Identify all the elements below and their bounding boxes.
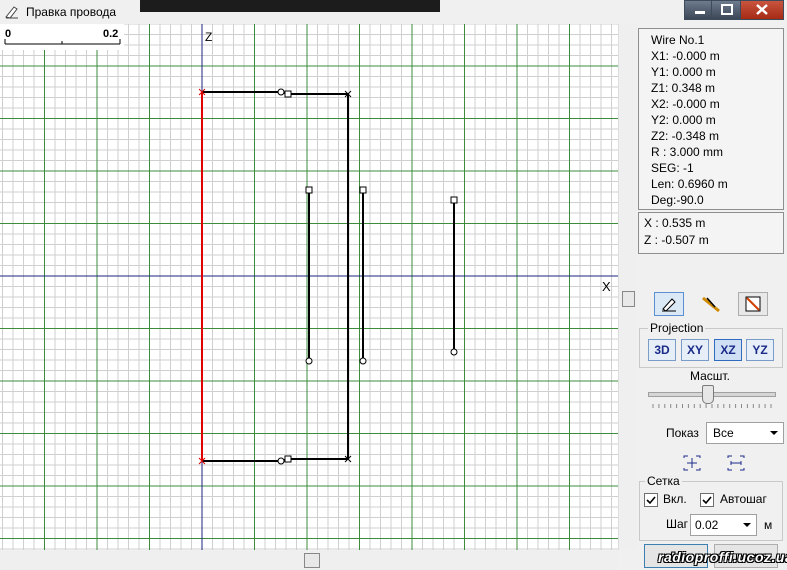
maximize-icon — [721, 4, 733, 15]
wire-info-box: Wire No.1 X1: -0.000 m Y1: 0.000 m Z1: 0… — [638, 28, 784, 210]
pencil-icon — [662, 298, 676, 312]
grid-step-label: Шаг — [666, 517, 689, 531]
wire-info-line: Z1: 0.348 m — [651, 81, 716, 95]
wire-info-line: R : 3.000 mm — [651, 145, 724, 159]
wire-info-line: Len: 0.6960 m — [651, 177, 728, 191]
add-wire-tool-button[interactable] — [696, 292, 726, 316]
maximize-button[interactable] — [711, 0, 743, 20]
close-button[interactable] — [740, 0, 784, 20]
chevron-down-icon — [743, 523, 751, 527]
wire-node-marker[interactable] — [277, 88, 285, 96]
wire-info-line: Deg:-90.0 — [651, 193, 704, 207]
cursor-coordinates-box: X : 0.535 m Z : -0.507 m — [638, 212, 784, 254]
wire-info-line: X2: -0.000 m — [651, 97, 720, 111]
wire-edit-app-icon — [5, 6, 18, 19]
scale-min-label: 0 — [5, 28, 11, 40]
wire-info-line: Wire No.1 — [651, 33, 705, 47]
wire-node-marker[interactable] — [450, 196, 458, 204]
delete-wire-tool-button[interactable] — [738, 292, 768, 316]
checkmark-icon — [702, 496, 712, 505]
control-panel: Wire No.1 X1: -0.000 m Y1: 0.000 m Z1: 0… — [636, 24, 787, 570]
vertical-scroll-thumb[interactable] — [622, 291, 635, 307]
title-bar: Правка провода — [0, 0, 787, 24]
fit-view-button[interactable] — [680, 452, 704, 474]
scale-slider-ticks — [652, 404, 772, 408]
background-strip — [140, 0, 440, 12]
grid-enabled-label: Вкл. — [663, 492, 687, 506]
projection-3d-button[interactable]: 3D — [648, 339, 676, 361]
horizontal-scroll-thumb[interactable] — [304, 553, 320, 568]
scale-max-label: 0.2 — [103, 28, 118, 40]
wire-node-marker[interactable] — [284, 455, 292, 463]
scale-slider-thumb[interactable] — [702, 385, 714, 404]
wire-add-icon — [702, 296, 720, 313]
projection-xy-button[interactable]: XY — [681, 339, 709, 361]
fit-width-icon — [727, 455, 745, 471]
wire-info-line: Z2: -0.348 m — [651, 129, 720, 143]
edit-wire-tool-button[interactable] — [654, 292, 684, 316]
fit-view-icon — [683, 455, 701, 471]
plot-canvas[interactable]: 0 0.2 Z X — [0, 23, 618, 550]
wire-info-line: Y1: 0.000 m — [651, 65, 716, 79]
grid-enabled-checkbox[interactable] — [644, 493, 658, 507]
projection-xz-button[interactable]: XZ — [714, 339, 742, 361]
watermark-text: radioproffi.ucoz.ua — [658, 549, 787, 565]
wire-plot-area[interactable]: 0 0.2 Z X — [0, 23, 618, 550]
grid-title: Сетка — [645, 474, 682, 488]
x-axis-label: X — [602, 279, 611, 294]
eraser-icon — [745, 296, 761, 312]
wire-node-marker[interactable] — [359, 186, 367, 194]
projection-title: Projection — [648, 321, 706, 335]
show-select-value: Все — [713, 426, 734, 440]
fit-width-button[interactable] — [724, 452, 748, 474]
scale-label: Масшт. — [690, 369, 730, 383]
z-axis-label: Z — [205, 30, 212, 44]
wire-node-marker[interactable] — [284, 90, 292, 98]
show-label: Показ — [666, 426, 699, 440]
wire-node-marker[interactable] — [277, 457, 285, 465]
grid-autostep-label: Автошаг — [720, 492, 767, 506]
vertical-scrollbar[interactable] — [618, 24, 637, 550]
close-icon — [756, 4, 768, 15]
checkmark-icon — [646, 496, 656, 505]
wire-info-line: X1: -0.000 m — [651, 49, 720, 63]
chevron-down-icon — [770, 431, 778, 435]
wire-info-line: Y2: 0.000 m — [651, 113, 716, 127]
grid-step-select[interactable]: 0.02 — [690, 514, 757, 536]
wire-node-marker[interactable] — [450, 348, 458, 356]
wire-node-marker[interactable] — [305, 186, 313, 194]
wire-node-marker[interactable] — [359, 357, 367, 365]
wire-node-marker[interactable] — [305, 357, 313, 365]
horizontal-scrollbar[interactable] — [0, 550, 618, 570]
grid-step-unit: м — [764, 518, 773, 532]
grid-step-value: 0.02 — [695, 518, 719, 532]
projection-yz-button[interactable]: YZ — [746, 339, 774, 361]
window-title: Правка провода — [26, 5, 117, 19]
grid-autostep-checkbox[interactable] — [700, 493, 714, 507]
cursor-x-readout: X : 0.535 m — [644, 216, 706, 230]
show-select[interactable]: Все — [706, 422, 784, 444]
cursor-z-readout: Z : -0.507 m — [644, 233, 709, 247]
wire-info-line: SEG: -1 — [651, 161, 694, 175]
